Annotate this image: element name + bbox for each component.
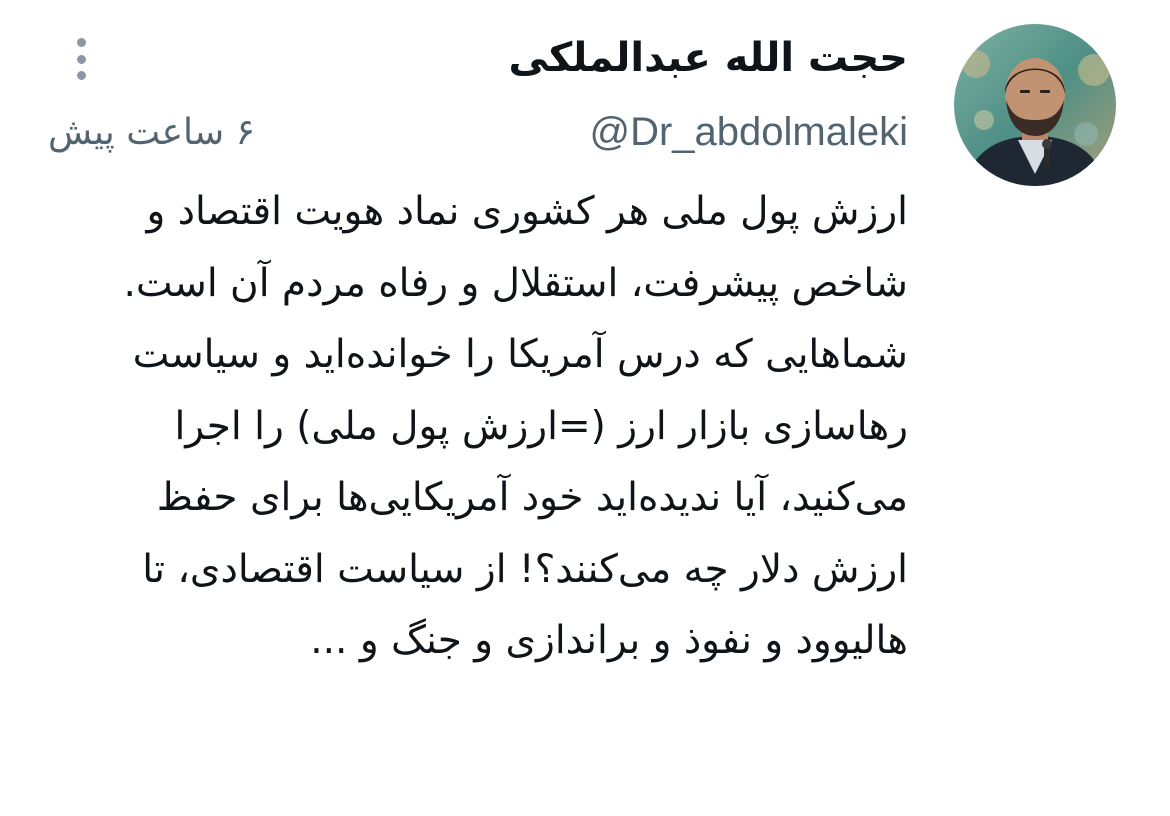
author-handle[interactable]: @Dr_abdolmaleki xyxy=(589,110,908,155)
tweet-paragraph: شماهایی که درس آمریکا را خوانده‌اید و سی… xyxy=(132,332,908,663)
more-vertical-icon-dot xyxy=(76,71,86,80)
tweet-paragraph: ارزش پول ملی هر کشوری نماد هویت اقتصاد و… xyxy=(123,189,908,306)
avatar-photo-icon xyxy=(954,24,1116,186)
tweet-card[interactable]: حجت الله عبدالملکی @Dr_abdolmaleki ۶ ساع… xyxy=(0,0,1170,816)
avatar[interactable] xyxy=(954,24,1116,186)
more-vertical-icon-dot xyxy=(76,54,86,64)
more-options-button[interactable] xyxy=(66,36,96,82)
author-display-name[interactable]: حجت الله عبدالملکی xyxy=(508,30,908,86)
tweet-meta: @Dr_abdolmaleki ۶ ساعت پیش xyxy=(48,104,908,160)
tweet-body: ارزش پول ملی هر کشوری نماد هویت اقتصاد و… xyxy=(52,176,908,677)
tweet-timestamp[interactable]: ۶ ساعت پیش xyxy=(48,112,255,153)
more-vertical-icon xyxy=(76,38,86,47)
